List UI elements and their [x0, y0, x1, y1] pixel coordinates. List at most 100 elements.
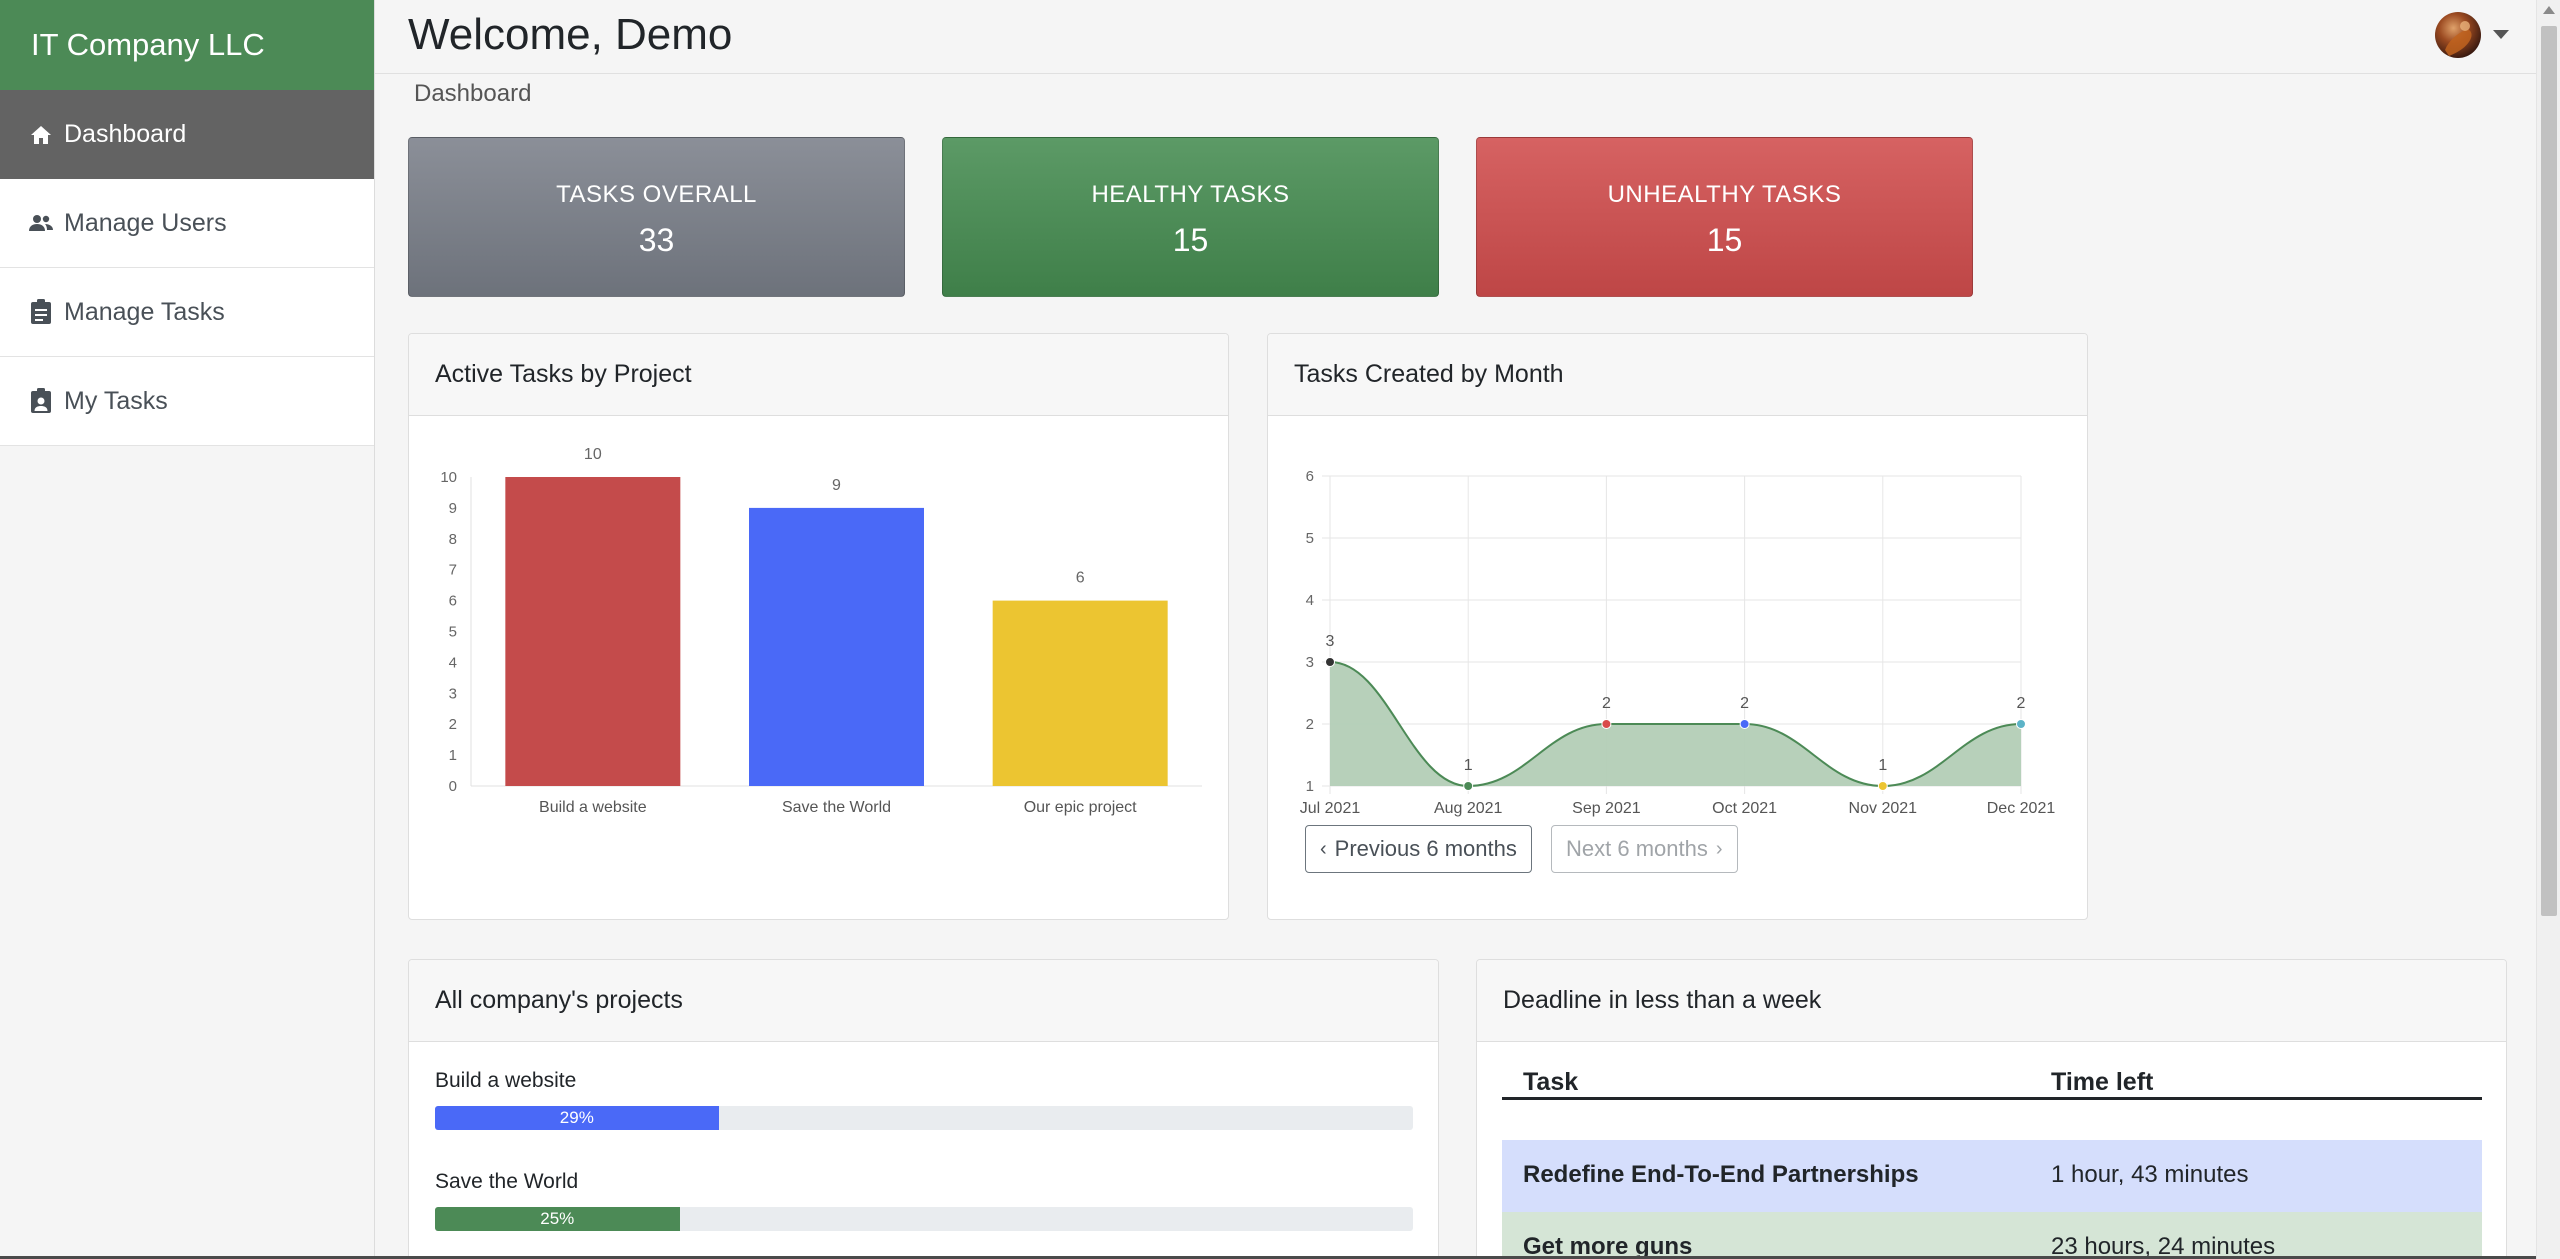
stat-card-healthy-tasks: HEALTHY TASKS 15 [942, 137, 1439, 297]
y-tick-label: 9 [449, 500, 457, 517]
data-point [1463, 781, 1474, 791]
data-label: 6 [1076, 570, 1085, 587]
table-row[interactable]: Get more guns 23 hours, 24 minutes [1502, 1212, 2482, 1259]
card-title: Tasks Created by Month [1268, 334, 2087, 416]
stat-value: 15 [1172, 222, 1209, 258]
breadcrumb[interactable]: Dashboard [414, 80, 531, 108]
y-tick-label: 5 [1306, 530, 1314, 547]
y-tick-label: 8 [449, 531, 457, 548]
y-tick-label: 3 [449, 685, 457, 702]
button-label: Next 6 months [1566, 836, 1708, 861]
x-tick-label: Dec 2021 [1987, 800, 2056, 817]
data-label: 3 [1326, 633, 1335, 650]
page-title: Welcome, Demo [408, 10, 733, 59]
x-tick-label: Jul 2021 [1300, 800, 1361, 817]
active-tasks-bar-chart: 0 1 2 3 4 5 6 7 8 9 10 10 Build a website 9 Save the W… [440, 446, 1202, 816]
scroll-up-arrow-icon[interactable] [2543, 6, 2555, 14]
users-icon [28, 210, 54, 236]
column-header-time-left: Time left [2051, 1068, 2154, 1096]
home-icon [28, 122, 54, 148]
chevron-down-icon[interactable] [2493, 30, 2509, 39]
sidebar-item-label: Manage Users [64, 208, 227, 237]
sidebar-item-manage-users[interactable]: Manage Users [0, 179, 375, 268]
project-progress-bar: 29% [435, 1106, 1413, 1130]
stat-label: HEALTHY TASKS [1091, 181, 1290, 208]
bar-save-the-world [749, 507, 924, 786]
stat-label: UNHEALTHY TASKS [1607, 181, 1842, 208]
y-tick-label: 4 [1306, 592, 1314, 609]
stat-value: 15 [1706, 222, 1743, 258]
y-tick-label: 2 [1306, 716, 1314, 733]
stat-card-unhealthy-tasks: UNHEALTHY TASKS 15 [1476, 137, 1973, 297]
company-projects-card: All company's projects Build a website 2… [408, 959, 1439, 1259]
card-title: All company's projects [409, 960, 1438, 1042]
bar-build-a-website [505, 477, 681, 786]
y-tick-label: 0 [449, 778, 457, 795]
data-point [2016, 719, 2026, 729]
data-point [1877, 781, 1888, 791]
card-title: Active Tasks by Project [409, 334, 1228, 416]
y-tick-label: 6 [449, 593, 457, 610]
sidebar-item-label: Manage Tasks [64, 297, 225, 326]
y-tick-label: 1 [449, 747, 457, 764]
scrollbar[interactable] [2536, 0, 2560, 1259]
y-tick-label: 10 [440, 469, 457, 486]
previous-6-months-button[interactable]: ‹ Previous 6 months [1305, 825, 1532, 873]
sidebar-item-manage-tasks[interactable]: Manage Tasks [0, 268, 375, 357]
sidebar-item-dashboard[interactable]: Dashboard [0, 90, 375, 179]
avatar[interactable] [2435, 12, 2481, 58]
project-name: Save the World [435, 1170, 579, 1193]
task-name: Redefine End-To-End Partnerships [1523, 1161, 1919, 1188]
y-tick-label: 6 [1306, 468, 1314, 485]
x-tick-label: Sep 2021 [1572, 800, 1641, 817]
button-label: Previous 6 months [1334, 836, 1517, 861]
sidebar-item-my-tasks[interactable]: My Tasks [0, 357, 375, 446]
x-tick-label: Save the World [782, 799, 891, 816]
data-label: 1 [1464, 757, 1473, 774]
sidebar: IT Company LLC Dashboard Manage Users Ma… [0, 0, 375, 1259]
data-point [1325, 657, 1335, 667]
active-tasks-card: Active Tasks by Project 0 1 2 3 4 5 6 7 8 9 10 10 Bu… [408, 333, 1229, 920]
clipboard-user-icon [28, 388, 54, 414]
brand-title[interactable]: IT Company LLC [0, 0, 375, 90]
x-tick-label: Oct 2021 [1712, 800, 1777, 817]
sidebar-divider [374, 0, 375, 1259]
bar-our-epic-project [992, 600, 1168, 786]
y-tick-label: 3 [1306, 654, 1314, 671]
card-title: Deadline in less than a week [1477, 960, 2506, 1042]
sidebar-item-label: Dashboard [64, 120, 187, 148]
data-point [1739, 719, 1750, 729]
data-label: 2 [1602, 695, 1611, 712]
stat-label: TASKS OVERALL [556, 181, 757, 208]
column-header-task: Task [1523, 1068, 1579, 1096]
chevron-right-icon: › [1715, 837, 1723, 860]
progress-fill: 29% [435, 1106, 719, 1130]
stat-value: 33 [638, 222, 675, 258]
clipboard-icon [28, 299, 54, 325]
y-tick-label: 5 [449, 624, 457, 641]
data-label: 1 [1878, 757, 1887, 774]
x-tick-label: Our epic project [1024, 799, 1137, 816]
data-label: 10 [584, 446, 602, 463]
table-row[interactable]: Redefine End-To-End Partnerships 1 hour,… [1502, 1140, 2482, 1212]
x-tick-label: Aug 2021 [1434, 800, 1503, 817]
stat-card-tasks-overall: TASKS OVERALL 33 [408, 137, 905, 297]
deadline-card: Deadline in less than a week Task Time l… [1476, 959, 2507, 1259]
data-label: 2 [1740, 695, 1749, 712]
time-left: 1 hour, 43 minutes [2051, 1161, 2249, 1188]
data-point [1601, 719, 1612, 729]
y-tick-label: 2 [449, 716, 457, 733]
top-bar: Welcome, Demo [375, 0, 2536, 74]
scrollbar-thumb[interactable] [2541, 26, 2557, 916]
chevron-left-icon: ‹ [1320, 837, 1327, 860]
x-tick-label: Build a website [539, 799, 647, 816]
project-progress-bar: 25% [435, 1207, 1413, 1231]
y-tick-label: 7 [449, 562, 457, 579]
data-label: 2 [2017, 695, 2026, 712]
sidebar-item-label: My Tasks [64, 386, 168, 415]
table-header: Task Time left [1502, 1060, 2482, 1100]
next-6-months-button[interactable]: Next 6 months › [1551, 825, 1738, 873]
project-name: Build a website [435, 1069, 577, 1092]
y-tick-label: 1 [1306, 778, 1314, 795]
tasks-by-month-area-chart: 1 2 3 4 5 6 Jul 2021 Aug 2021 Sep 2021 Oct 2021 No… [1300, 468, 2056, 817]
